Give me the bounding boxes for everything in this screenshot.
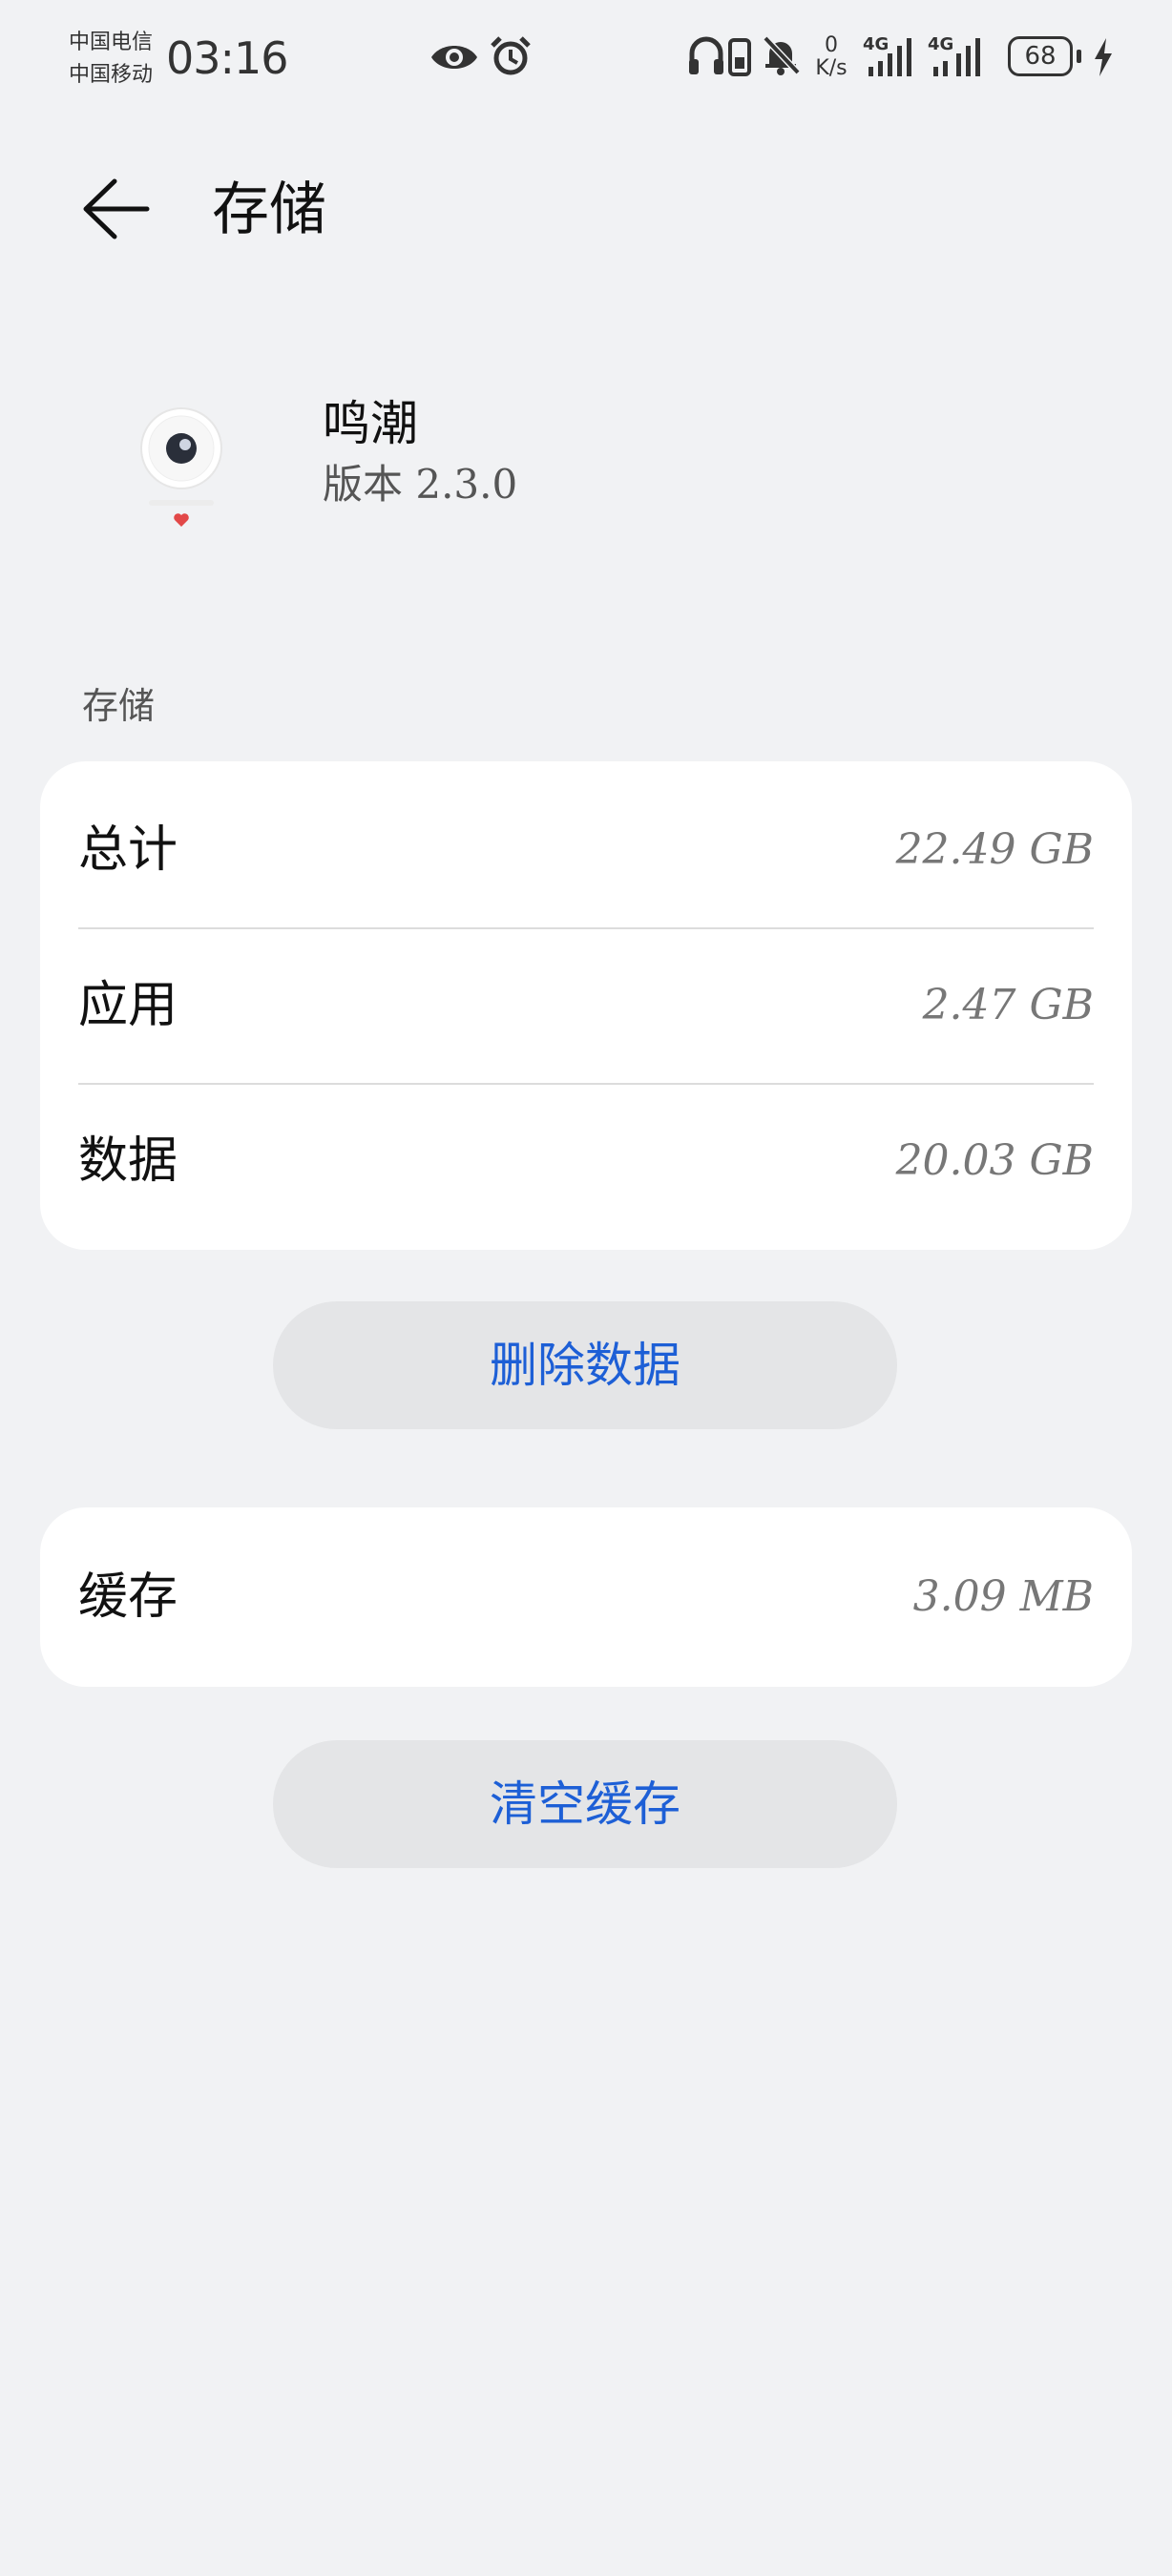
storage-row-data: 数据 20.03 GB xyxy=(78,1084,1094,1238)
row-value: 20.03 GB xyxy=(895,1136,1094,1185)
charging-icon xyxy=(1095,38,1112,76)
page-title: 存储 xyxy=(212,177,326,243)
clear-cache-button[interactable]: 清空缓存 xyxy=(273,1740,897,1868)
storage-card: 总计 22.49 GB 应用 2.47 GB 数据 20.03 GB xyxy=(40,761,1132,1250)
network-speed: 0 K/s xyxy=(809,34,853,80)
network-speed-unit: K/s xyxy=(815,56,848,80)
row-value: 2.47 GB xyxy=(922,981,1094,1029)
signal-strength-2: 4G xyxy=(928,34,994,82)
carrier-1: 中国电信 xyxy=(69,31,154,54)
app-version: 版本 2.3.0 xyxy=(323,461,518,508)
clock: 03:16 xyxy=(166,32,289,84)
back-arrow-icon xyxy=(83,178,150,239)
row-value: 3.09 MB xyxy=(912,1572,1094,1621)
row-label: 应用 xyxy=(78,977,178,1034)
alarm-icon xyxy=(491,36,531,75)
storage-row-app: 应用 2.47 GB xyxy=(78,928,1094,1083)
app-name: 鸣潮 xyxy=(323,396,418,451)
battery-tip xyxy=(1077,50,1081,63)
status-bar: 中国电信 中国移动 03:16 0 K/s 4G 4G 68 xyxy=(0,0,1172,114)
row-value: 22.49 GB xyxy=(895,825,1094,874)
delete-data-button[interactable]: 删除数据 xyxy=(273,1301,897,1429)
back-button[interactable] xyxy=(76,168,158,250)
carrier-2: 中国移动 xyxy=(69,63,154,87)
network-type-label-1: 4G xyxy=(863,34,889,54)
row-label: 总计 xyxy=(78,821,178,879)
cache-card: 缓存 3.09 MB xyxy=(40,1507,1132,1687)
mute-bell-icon xyxy=(763,35,801,75)
row-label: 数据 xyxy=(78,1132,178,1190)
headset-icon xyxy=(689,36,723,74)
eye-comfort-icon xyxy=(431,46,477,69)
row-label: 缓存 xyxy=(78,1568,178,1626)
signal-strength-1: 4G xyxy=(863,34,924,82)
battery-indicator: 68 xyxy=(1008,36,1073,76)
network-speed-value: 0 xyxy=(825,33,838,57)
cache-row: 缓存 3.09 MB xyxy=(78,1520,1094,1674)
network-type-label-2: 4G xyxy=(928,34,954,54)
section-label-storage: 存储 xyxy=(82,685,156,727)
app-icon xyxy=(134,401,229,534)
phone-battery-icon xyxy=(728,38,751,76)
carrier-info: 中国电信 中国移动 xyxy=(69,27,153,92)
storage-row-total: 总计 22.49 GB xyxy=(78,773,1094,927)
